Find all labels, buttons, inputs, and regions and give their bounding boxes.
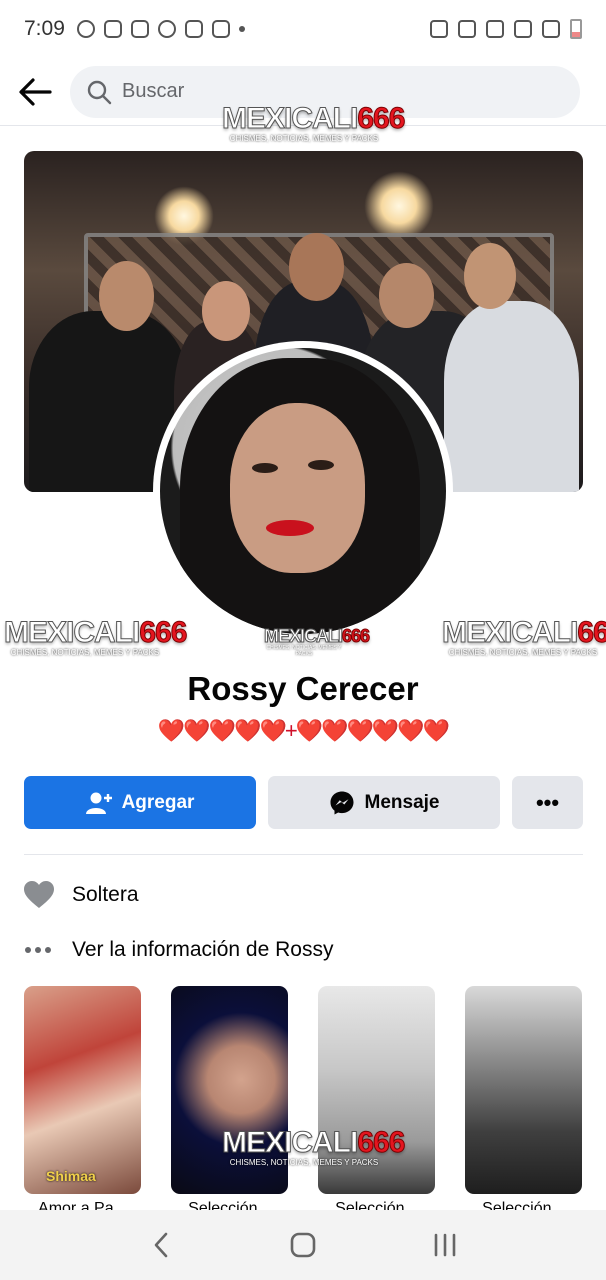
profile-screen: 7:09 Buscar MEXICALI666 CHISMES, NOTICIA… [0,0,606,1280]
watermark-tagline: CHISMES, NOTICIAS, MEMES Y PACKS [229,1158,379,1167]
photo-card[interactable] [465,986,582,1194]
watermark-logo: MEXICALI666 CHISMES, NOTICIAS, MEMES Y P… [221,102,405,143]
eye [308,460,334,470]
signal-icon [542,20,560,38]
person-figure [444,301,579,492]
watermark-number: 666 [139,616,188,649]
watermark-number: 666 [357,102,406,135]
info-row-relationship: Soltera [24,875,584,915]
person-head [464,243,516,309]
watermark-number: 666 [357,1126,406,1159]
battery-icon [570,19,582,39]
message-button[interactable]: Mensaje [268,776,500,829]
watermark-tagline: CHISMES, NOTICIAS, MEMES Y PACKS [266,645,342,657]
person-head [99,261,154,331]
more-dots-icon [25,947,51,953]
instagram-icon [130,20,149,38]
add-friend-icon [85,792,112,814]
system-nav-bar [0,1210,606,1280]
news-icon [184,20,203,38]
status-time: 7:09 [24,17,65,40]
lips [266,520,314,536]
nav-recent-button[interactable] [415,1220,475,1270]
profile-name: Rossy Cerecer [187,670,419,707]
person-head [202,281,250,341]
profile-photo-image [160,348,446,634]
watermark-tagline: CHISMES, NOTICIAS, MEMES Y PACKS [448,648,598,657]
more-notifications-icon [238,26,245,32]
watermark-logo: MEXICALI666 CHISMES, NOTICIAS, MEMES Y P… [441,616,606,657]
watermark-tagline: CHISMES, NOTICIAS, MEMES Y PACKS [229,134,379,143]
watermark-word: MEXICALI [221,1126,358,1159]
notification-icon [76,20,95,38]
status-bar: 7:09 [0,0,606,58]
relationship-status: Soltera [72,883,139,906]
search-icon [87,80,112,104]
lamp-light [364,171,434,241]
back-button[interactable] [0,62,70,122]
watermark-tagline: CHISMES, NOTICIAS, MEMES Y PACKS [10,648,160,657]
eye [252,463,278,473]
more-options-button[interactable]: ••• [512,776,583,829]
nav-recent-icon [434,1233,456,1257]
see-more-info-link: Ver la información de Rossy [72,938,334,961]
add-friend-button[interactable]: Agregar [24,776,256,829]
divider [24,854,583,855]
mute-icon [486,20,504,38]
photo-card[interactable]: Shimaa [24,986,141,1194]
more-dots-icon: ••• [535,789,560,815]
watermark-word: MEXICALI [221,102,358,135]
heart-icon [24,881,54,908]
messenger-notification-icon [157,20,176,38]
watermark-word: MEXICALI [3,616,140,649]
info-row-see-more[interactable]: Ver la información de Rossy [24,930,584,970]
back-arrow-icon [19,77,52,106]
voicemail-icon [103,20,122,38]
watermark-word: MEXICALI [263,626,343,646]
photo-overlay-text: Shimaa [46,1168,96,1184]
search-placeholder: Buscar [122,80,185,102]
nav-home-icon [290,1232,316,1258]
nav-back-button[interactable] [131,1220,191,1270]
watermark-logo: MEXICALI666 CHISMES, NOTICIAS, MEMES Y P… [221,1126,405,1167]
nav-home-button[interactable] [273,1220,333,1270]
watermark-number: 666 [342,626,371,646]
nfc-icon [430,20,448,38]
watermark-logo: MEXICALI666 CHISMES, NOTICIAS, MEMES Y P… [263,626,370,658]
watermark-number: 666 [577,616,606,649]
person-head [379,263,434,328]
alarm-icon [458,20,476,38]
face [230,403,365,573]
nav-back-icon [154,1232,168,1258]
wifi-icon [514,20,532,38]
message-label: Mensaje [364,791,440,813]
watermark-logo: MEXICALI666 CHISMES, NOTICIAS, MEMES Y P… [3,616,187,657]
person-head [289,233,344,301]
profile-photo[interactable] [153,341,453,641]
notification-icons [76,20,245,38]
checkmark-icon [211,20,230,38]
profile-bio: ❤️❤️❤️❤️❤️+❤️❤️❤️❤️❤️❤️ [157,718,450,743]
add-friend-label: Agregar [121,791,195,813]
messenger-icon [330,791,353,814]
watermark-word: MEXICALI [441,616,578,649]
system-icons [430,19,582,39]
